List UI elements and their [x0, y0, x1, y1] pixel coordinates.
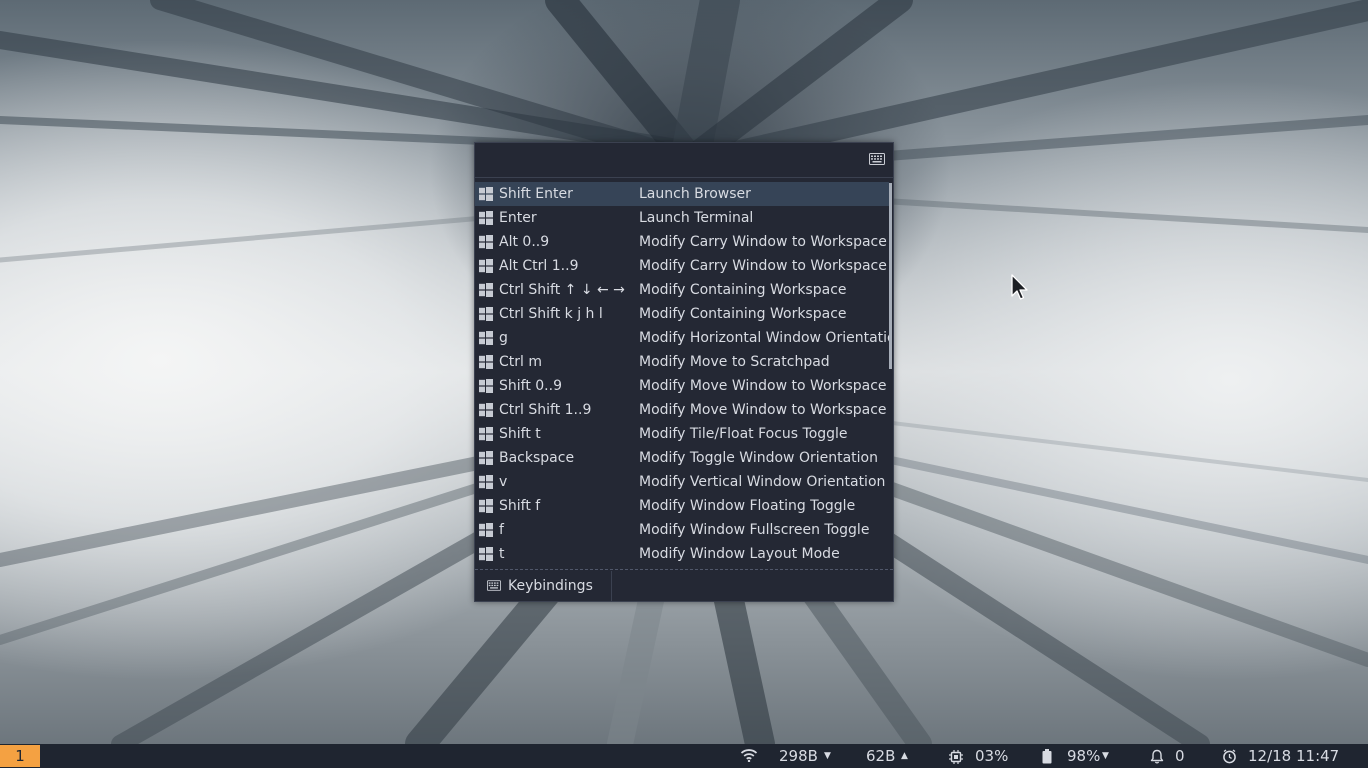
keybinding-action: Modify Containing Workspace — [639, 282, 847, 298]
keybinding-row[interactable]: Ctrl Shift ↑ ↓ ← → Modify Containing Work… — [475, 278, 889, 302]
cpu-widget[interactable]: 03% — [948, 744, 1012, 768]
windows-key-icon — [479, 331, 493, 345]
wifi-icon — [740, 749, 758, 762]
status-bar: 1 298B ▼ 62B ▲ 03% 98% ▼ 0 12/18 11:47 — [0, 744, 1368, 768]
keybinding-action: Modify Vertical Window Orientation — [639, 474, 886, 490]
keybinding-keys: Backspace — [499, 450, 575, 466]
desktop-wallpaper: Shift Enter Launch Browser Enter Launch Ter… — [0, 0, 1368, 744]
windows-key-icon — [479, 307, 493, 321]
battery-widget[interactable]: 98% ▼ — [1042, 744, 1114, 768]
up-arrow-icon: ▲ — [901, 751, 908, 761]
list-divider — [475, 569, 893, 570]
keybinding-keys: g — [499, 330, 508, 346]
battery-caret-icon: ▼ — [1102, 751, 1109, 761]
keybinding-action: Modify Tile/Float Focus Toggle — [639, 426, 848, 442]
keybinding-action: Modify Horizontal Window Orientation — [639, 330, 889, 346]
battery-icon — [1042, 749, 1052, 764]
keybinding-action: Modify Containing Workspace — [639, 306, 847, 322]
windows-key-icon — [479, 451, 493, 465]
keybinding-action: Modify Window Layout Mode — [639, 546, 840, 562]
keybinding-keys: Ctrl Shift ↑ ↓ ← → — [499, 282, 625, 298]
cpu-value: 03% — [975, 747, 1009, 765]
datetime-value: 12/18 11:47 — [1248, 747, 1340, 765]
windows-key-icon — [479, 427, 493, 441]
net-up-widget[interactable]: 62B ▲ — [866, 744, 916, 768]
windows-key-icon — [479, 523, 493, 537]
keybinding-row[interactable]: g Modify Horizontal Window Orientation — [475, 326, 889, 350]
windows-key-icon — [479, 283, 493, 297]
keybinding-action: Launch Terminal — [639, 210, 754, 226]
keybinding-row[interactable]: Enter Launch Terminal — [475, 206, 889, 230]
notifications-count: 0 — [1175, 747, 1185, 765]
keybinding-keys: t — [499, 546, 505, 562]
keybinding-row[interactable]: f Modify Window Fullscreen Toggle — [475, 518, 889, 542]
keybinding-keys: Ctrl Shift k j h l — [499, 306, 603, 322]
keybinding-row[interactable]: v Modify Vertical Window Orientation — [475, 470, 889, 494]
keybinding-keys: v — [499, 474, 508, 490]
keybinding-keys: Alt 0..9 — [499, 234, 550, 250]
keybinding-action: Modify Window Floating Toggle — [639, 498, 856, 514]
keybinding-keys: Shift Enter — [499, 186, 573, 202]
keybinding-action: Launch Browser — [639, 186, 751, 202]
keybinding-action: Modify Window Fullscreen Toggle — [639, 522, 870, 538]
keybinding-keys: Enter — [499, 210, 537, 226]
keybinding-row[interactable]: Shift t Modify Tile/Float Focus Toggle — [475, 422, 889, 446]
search-input[interactable] — [483, 149, 867, 173]
keybinding-row[interactable]: Alt Ctrl 1..9 Modify Carry Window to Work… — [475, 254, 889, 278]
keybinding-row[interactable]: t Modify Window Layout Mode — [475, 542, 889, 566]
battery-value: 98% — [1067, 747, 1101, 765]
keybinding-action: Modify Carry Window to Workspace — [639, 258, 887, 274]
keybinding-keys: Shift f — [499, 498, 541, 514]
keybindings-launcher-window: Shift Enter Launch Browser Enter Launch Ter… — [474, 142, 894, 602]
windows-key-icon — [479, 475, 493, 489]
down-arrow-icon: ▼ — [824, 751, 831, 761]
keybinding-keys: Ctrl Shift 1..9 — [499, 402, 592, 418]
windows-key-icon — [479, 259, 493, 273]
keybinding-row[interactable]: Backspace Modify Toggle Window Orientatio… — [475, 446, 889, 470]
keybinding-action: Modify Carry Window to Workspace — [639, 234, 887, 250]
keybinding-row[interactable]: Ctrl Shift k j h l Modify Containing Work… — [475, 302, 889, 326]
windows-key-icon — [479, 235, 493, 249]
windows-key-icon — [479, 211, 493, 225]
keyboard-icon — [869, 153, 885, 165]
keybinding-keys: f — [499, 522, 504, 538]
windows-key-icon — [479, 379, 493, 393]
windows-key-icon — [479, 403, 493, 417]
keybinding-row[interactable]: Ctrl m Modify Move to Scratchpad — [475, 350, 889, 374]
keybinding-action: Modify Move to Scratchpad — [639, 354, 830, 370]
notifications-widget[interactable]: 0 — [1150, 744, 1190, 768]
bell-icon — [1150, 749, 1164, 764]
mode-tab-keybindings[interactable]: Keybindings — [475, 571, 612, 601]
mode-tab-label: Keybindings — [508, 578, 593, 594]
workspace-button-1[interactable]: 1 — [0, 745, 40, 767]
windows-key-icon — [479, 187, 493, 201]
keybinding-action: Modify Move Window to Workspace — [639, 402, 887, 418]
clock-widget[interactable]: 12/18 11:47 — [1222, 744, 1364, 768]
keybinding-keys: Ctrl m — [499, 354, 542, 370]
windows-key-icon — [479, 499, 493, 513]
keybinding-row[interactable]: Shift f Modify Window Floating Toggle — [475, 494, 889, 518]
keybinding-keys: Shift t — [499, 426, 541, 442]
keybinding-action: Modify Toggle Window Orientation — [639, 450, 878, 466]
mouse-cursor-icon — [1011, 274, 1028, 300]
keybinding-row[interactable]: Alt 0..9 Modify Carry Window to Workspace — [475, 230, 889, 254]
keyboard-icon — [487, 580, 501, 591]
keybinding-row[interactable]: Shift Enter Launch Browser — [475, 182, 889, 206]
keybindings-list: Shift Enter Launch Browser Enter Launch Ter… — [475, 181, 893, 571]
keybinding-keys: Alt Ctrl 1..9 — [499, 258, 579, 274]
keybinding-row[interactable]: Ctrl Shift 1..9 Modify Move Window to Wor… — [475, 398, 889, 422]
windows-key-icon — [479, 547, 493, 561]
prompt-bar — [475, 143, 893, 178]
net-up-value: 62B — [866, 747, 896, 765]
keybinding-action: Modify Move Window to Workspace — [639, 378, 887, 394]
windows-key-icon — [479, 355, 493, 369]
keybinding-keys: Shift 0..9 — [499, 378, 562, 394]
net-down-value: 298B — [779, 747, 818, 765]
cpu-icon — [949, 750, 963, 764]
list-scrollbar[interactable] — [889, 183, 892, 369]
keybinding-row[interactable]: Shift 0..9 Modify Move Window to Workspac… — [475, 374, 889, 398]
clock-icon — [1223, 749, 1236, 764]
network-widget[interactable]: 298B ▼ — [740, 744, 836, 768]
